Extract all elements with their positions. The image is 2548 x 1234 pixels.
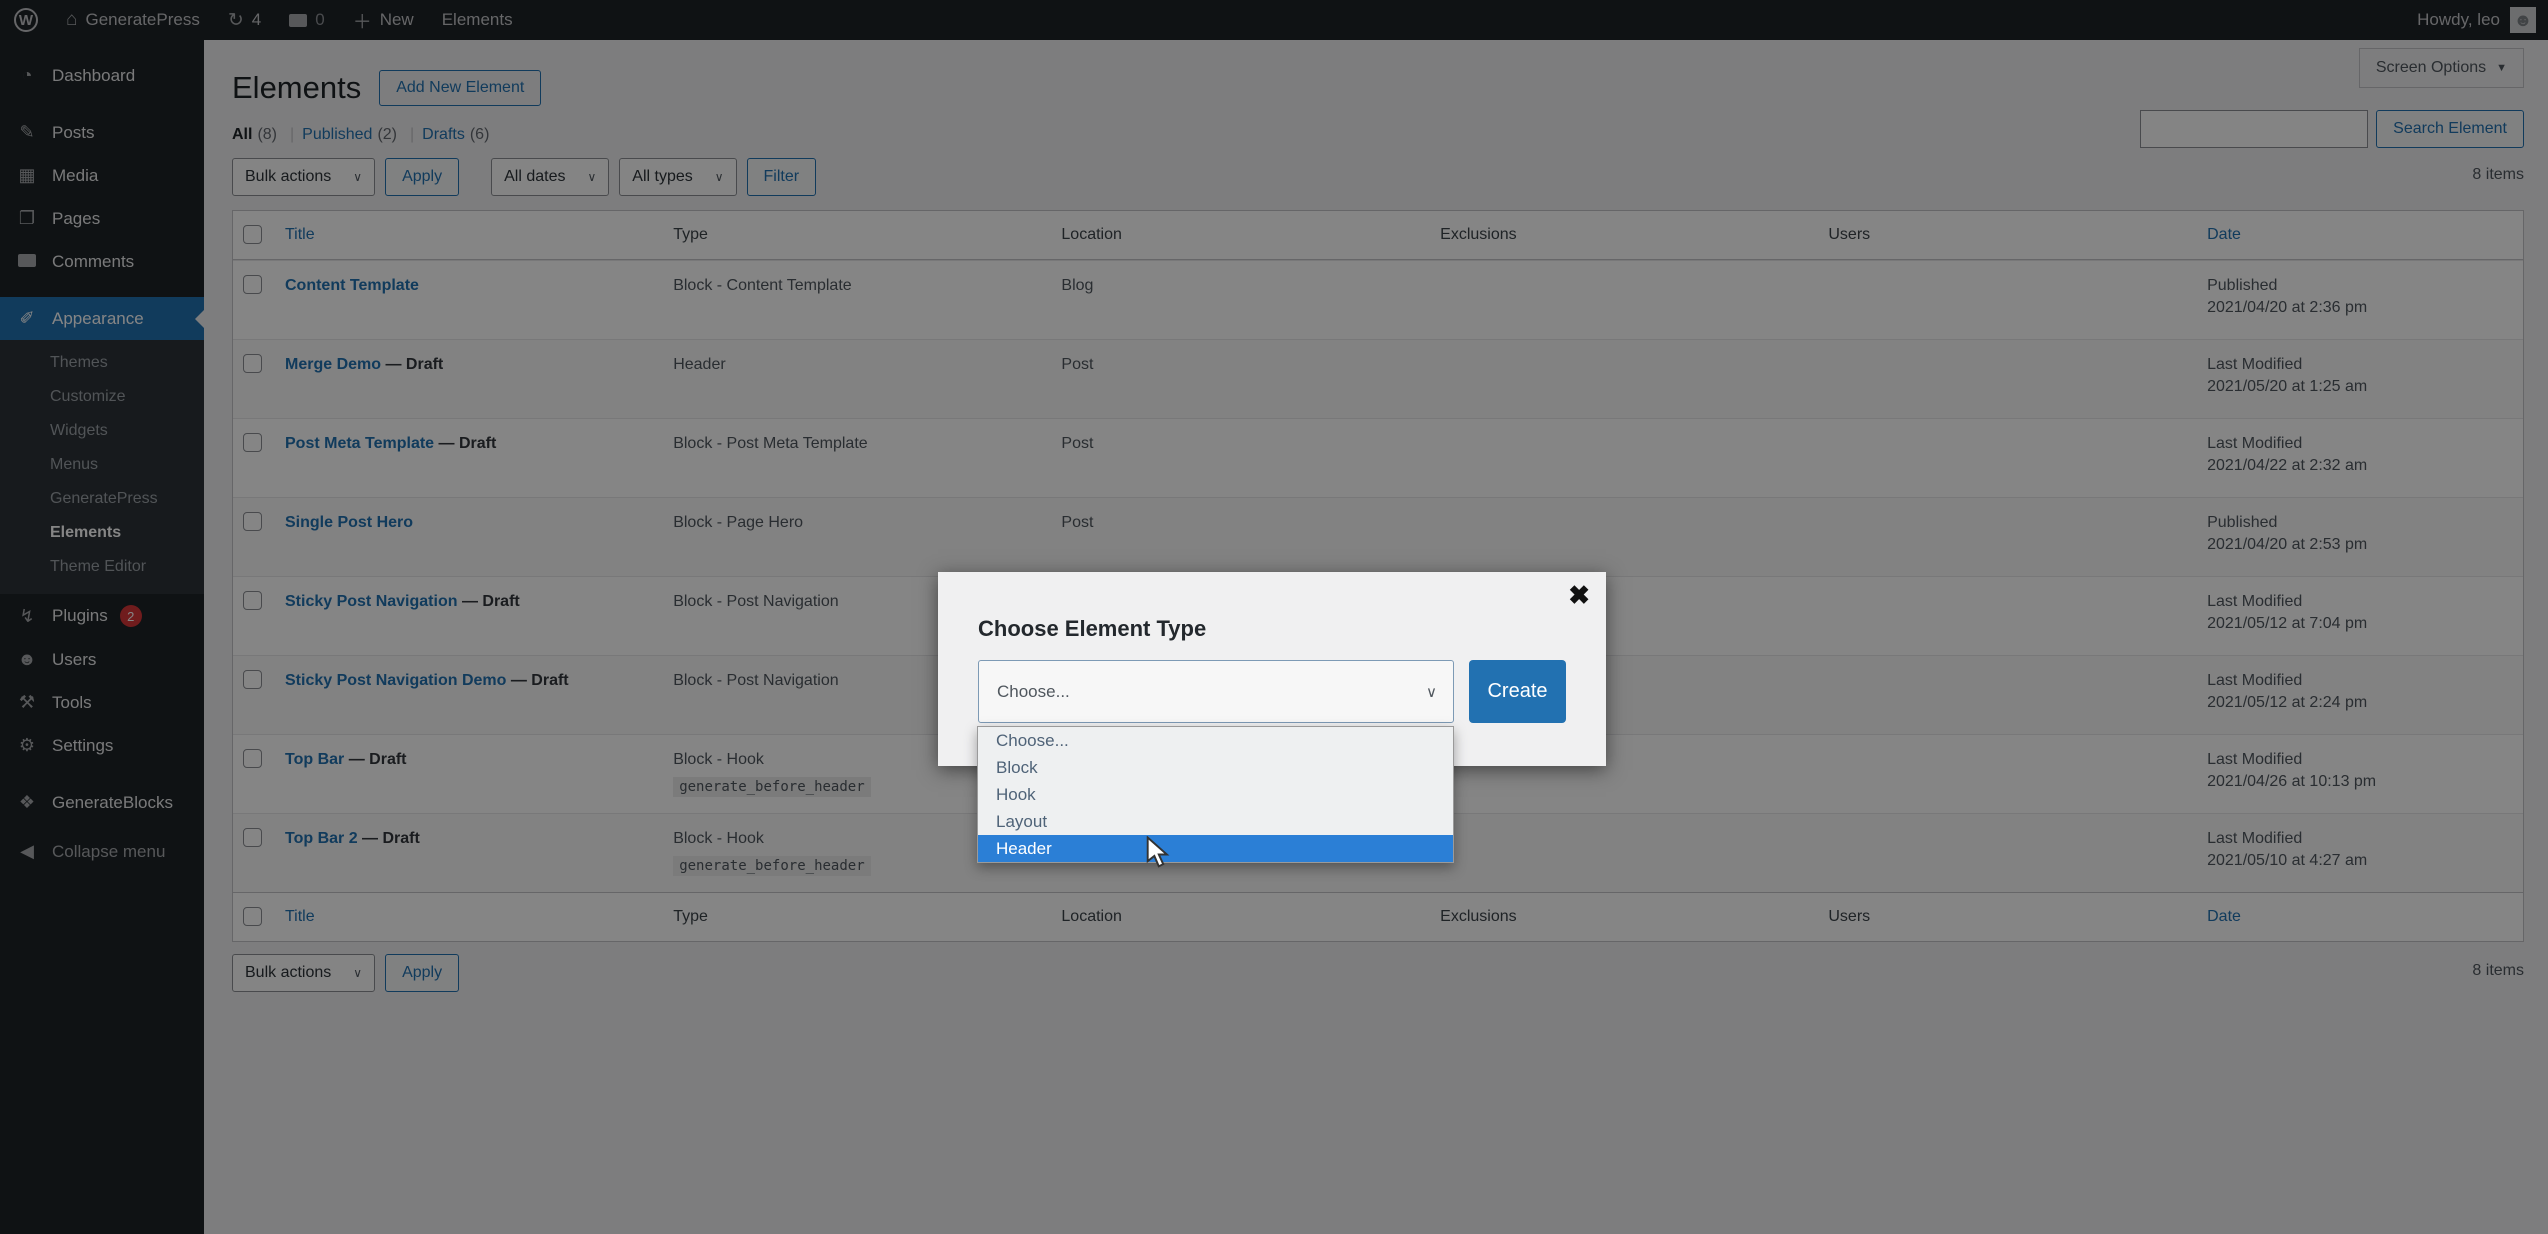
- option-block[interactable]: Block: [978, 754, 1453, 781]
- option-choose[interactable]: Choose...: [978, 727, 1453, 754]
- option-layout[interactable]: Layout: [978, 808, 1453, 835]
- selected-value: Choose...: [997, 681, 1070, 701]
- option-hook[interactable]: Hook: [978, 781, 1453, 808]
- mouse-cursor: [1146, 835, 1176, 875]
- modal-title: Choose Element Type: [978, 616, 1207, 641]
- wordpress-admin-screen: W ⌂ GeneratePress ↻ 4 0 ＋ New Elements H…: [0, 0, 2548, 1234]
- element-type-select[interactable]: Choose... ∨: [978, 660, 1454, 723]
- chevron-down-icon: ∨: [1426, 683, 1437, 701]
- option-header[interactable]: Header: [978, 835, 1453, 862]
- close-icon[interactable]: ✖: [1568, 582, 1590, 608]
- create-button[interactable]: Create: [1469, 660, 1566, 723]
- element-type-dropdown: Choose... Block Hook Layout Header: [977, 726, 1454, 863]
